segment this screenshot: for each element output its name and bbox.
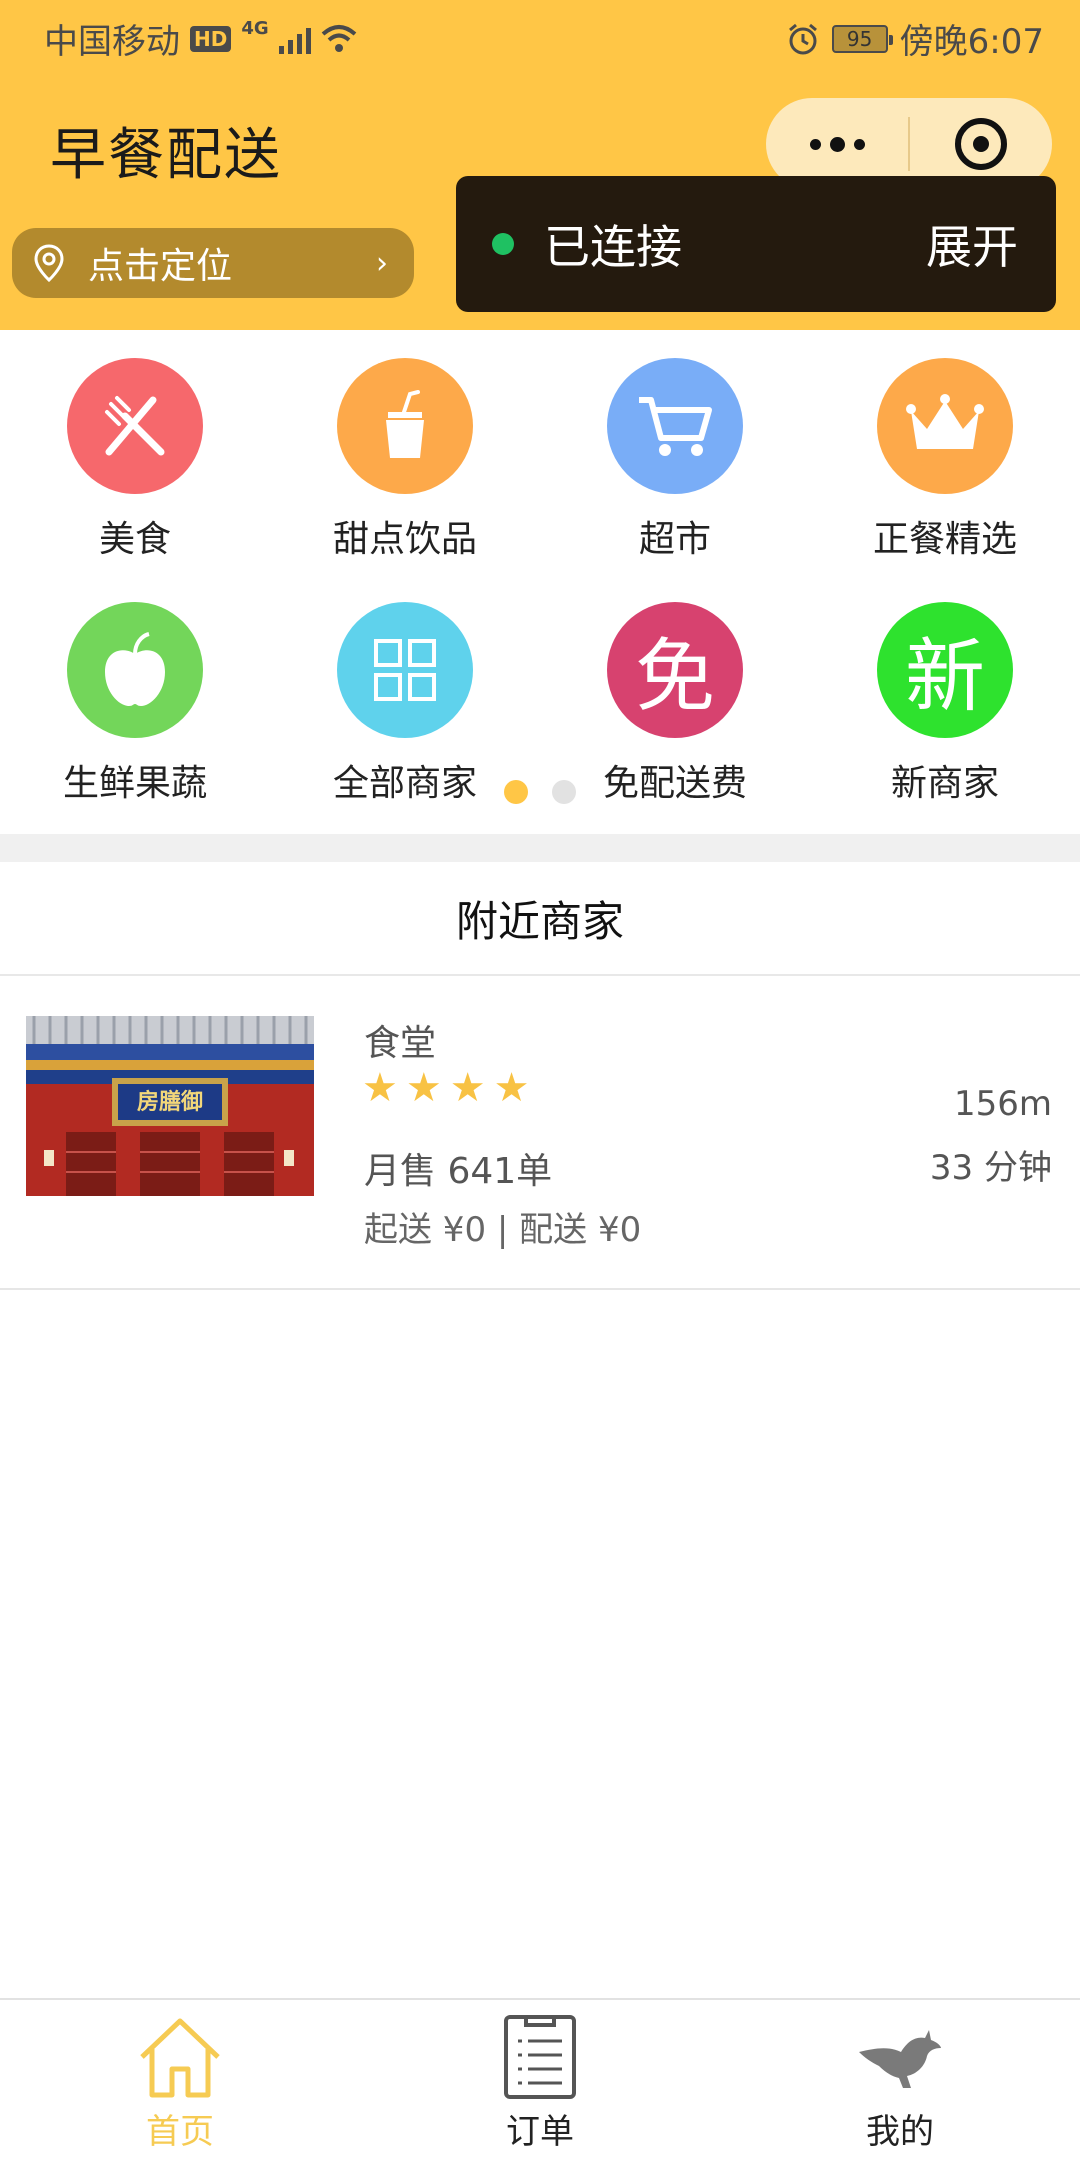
pager-dot-active[interactable] [504,780,528,804]
star-icon: ★ [362,1065,398,1111]
category-label: 甜点饮品 [332,519,477,560]
new-badge-icon: 新 [877,602,1013,738]
tab-home[interactable]: 首页 [0,2000,360,2160]
kangaroo-icon [855,2012,945,2102]
category-item-fresh-produce[interactable]: 生鲜果蔬 [0,602,270,806]
star-icon: ★ [493,1065,530,1111]
connection-toast: 已连接 展开 [456,176,1056,312]
header: 中国移动 HD 4G 95 傍晚6:07 早餐配送 点击定位 › 已连接 展开 [0,0,1080,330]
dot-icon [853,138,865,150]
drink-cup-icon [337,358,473,494]
category-item-new-merchants[interactable]: 新 新商家 [810,602,1080,806]
locate-button[interactable]: 点击定位 › [12,228,414,298]
pager-dot[interactable] [552,780,576,804]
network-type: 4G [241,18,269,39]
dot-icon [829,136,845,152]
location-pin-icon [34,244,64,282]
carrier-label: 中国移动 [44,22,180,62]
merchant-list-item[interactable]: 房膳御 食堂 ★ ★ ★ ★ 月售 641单 起送 ¥0 | 配送 ¥0 156… [0,976,1080,1290]
category-label: 正餐精选 [872,519,1017,560]
battery-icon: 95 [831,24,893,53]
merchant-distance: 156m [953,1084,1052,1124]
pager-dots [504,780,576,804]
chevron-right-icon: › [376,245,388,281]
category-item-featured-meals[interactable]: 正餐精选 [810,358,1080,562]
star-icon: ★ [449,1065,486,1111]
locate-label: 点击定位 [88,246,233,287]
signal-icon [278,24,311,54]
expand-button[interactable]: 展开 [926,211,1018,277]
merchant-photo: 房膳御 [26,1016,314,1200]
merchant-name: 食堂 [364,1023,437,1064]
category-label: 美食 [98,519,171,560]
status-bar: 中国移动 HD 4G 95 傍晚6:07 [0,0,1080,72]
category-item-free-delivery[interactable]: 免 免配送费 [540,602,810,806]
page-title: 早餐配送 [50,123,282,188]
tab-label: 订单 [506,2112,574,2152]
alarm-icon [788,23,817,54]
tab-label: 我的 [866,2112,934,2152]
order-list-icon [495,2012,585,2102]
category-item-supermarket[interactable]: 超市 [540,358,810,562]
dot-icon [809,138,821,150]
tab-orders[interactable]: 订单 [360,2000,720,2160]
tab-label: 首页 [146,2112,214,2152]
category-item-food[interactable]: 美食 [0,358,270,562]
category-item-desserts[interactable]: 甜点饮品 [270,358,540,562]
section-divider [0,834,1080,862]
category-label: 超市 [638,519,711,560]
free-badge-icon: 免 [607,602,743,738]
nearby-section-title: 附近商家 [0,862,1080,976]
fork-knife-icon [67,358,203,494]
tab-profile[interactable]: 我的 [720,2000,1080,2160]
home-icon [135,2012,225,2102]
bottom-tab-bar: 首页 订单 我的 [0,1998,1080,2160]
hd-icon: HD [190,25,232,52]
category-label: 全部商家 [332,763,477,804]
rating-stars: ★ ★ ★ ★ [362,1068,529,1108]
monthly-sales: 月售 641单 [364,1151,553,1192]
clock-label: 傍晚6:07 [899,22,1044,62]
apple-icon [67,602,203,738]
category-label: 免配送费 [602,763,747,804]
delivery-fee: 起送 ¥0 | 配送 ¥0 [364,1210,642,1250]
delivery-time: 33 分钟 [929,1148,1052,1188]
shopping-cart-icon [607,358,743,494]
category-label: 新商家 [890,763,999,804]
wifi-icon [321,24,356,52]
category-grid: 美食 甜点饮品 超市 正餐精选 生鲜果蔬 全部商家 免 免配送费 新 新商家 [0,330,1080,834]
photo-plaque-text: 房膳御 [136,1089,203,1115]
status-dot-icon [492,233,514,255]
category-item-all-merchants[interactable]: 全部商家 [270,602,540,806]
target-icon [955,118,1007,170]
grid-icon [337,602,473,738]
star-icon: ★ [405,1065,442,1111]
category-label: 生鲜果蔬 [62,763,207,804]
crown-icon [877,358,1013,494]
connection-status: 已连接 [544,220,682,274]
